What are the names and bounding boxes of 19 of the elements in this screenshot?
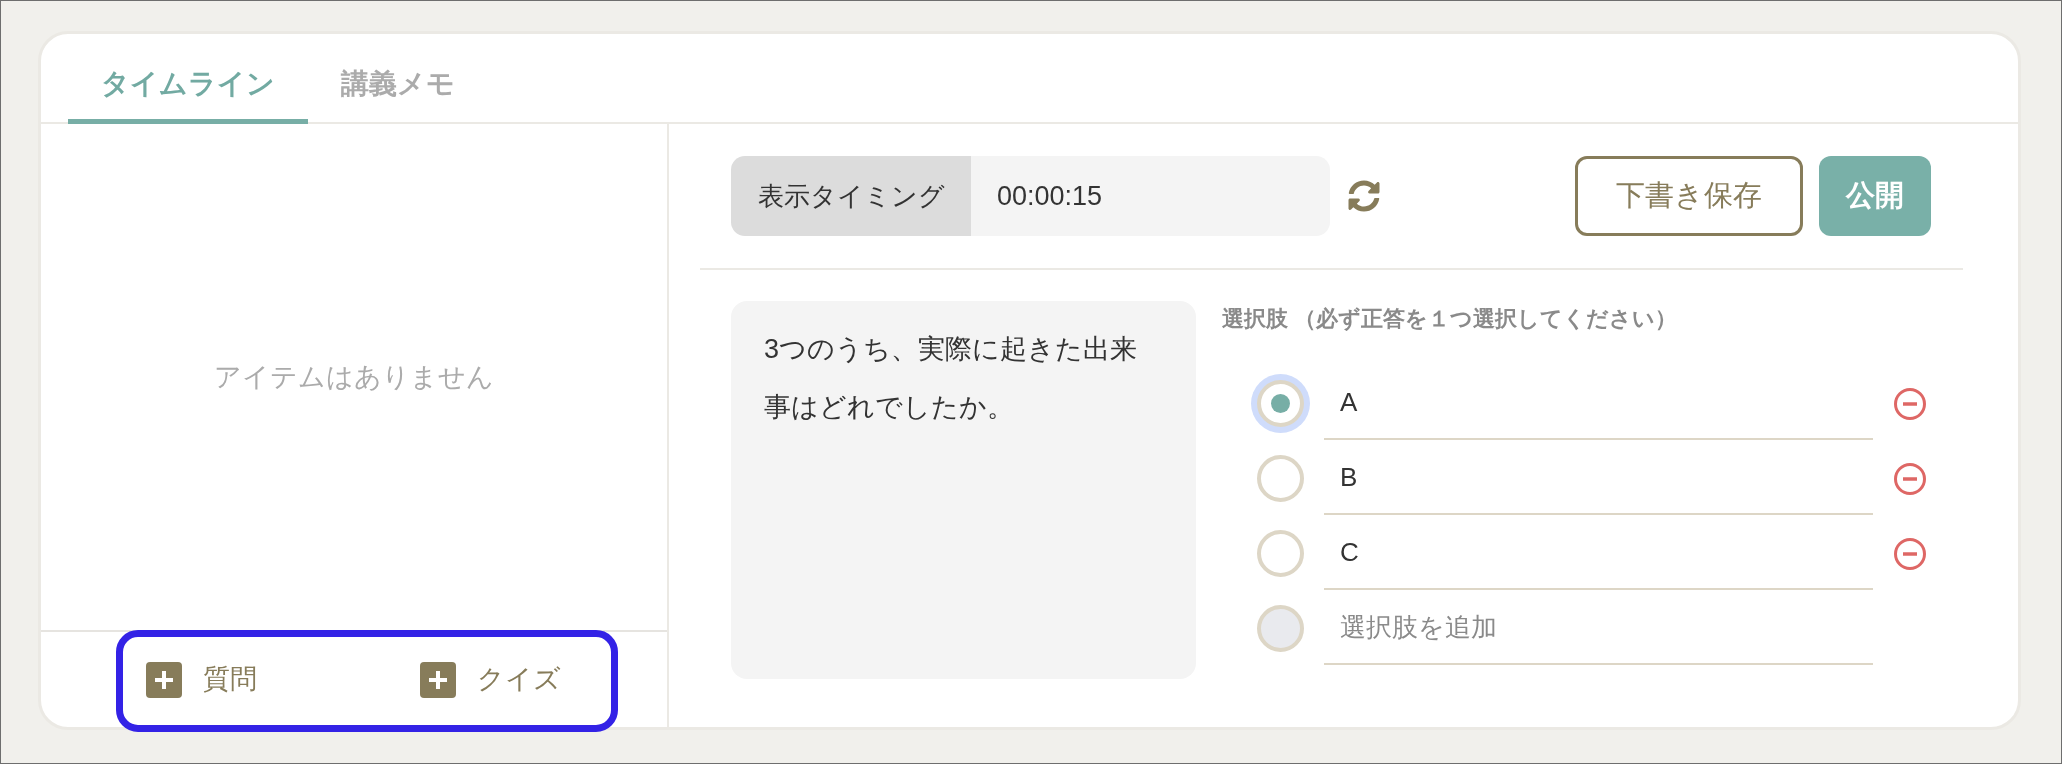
remove-icon[interactable] — [1894, 462, 1926, 495]
timing-label: 表示タイミング — [731, 156, 971, 236]
remove-icon[interactable] — [1894, 387, 1926, 420]
publish-button[interactable]: 公開 — [1819, 156, 1931, 236]
plus-icon — [146, 661, 182, 698]
save-draft-button[interactable]: 下書き保存 — [1575, 156, 1803, 236]
empty-message: アイテムはありません — [214, 360, 494, 394]
refresh-icon[interactable] — [1348, 180, 1380, 212]
add-item-button[interactable]: 質問 — [146, 659, 257, 700]
remove-icon[interactable] — [1894, 537, 1926, 570]
timing-field[interactable]: 00:00:15 — [971, 156, 1330, 236]
radio-button[interactable] — [1257, 530, 1304, 577]
add-item-button[interactable]: クイズ — [420, 659, 561, 700]
tab[interactable]: タイムライン — [68, 34, 308, 124]
plus-icon — [420, 661, 456, 698]
radio-button[interactable] — [1257, 455, 1304, 502]
tab[interactable]: 講義メモ — [308, 34, 488, 124]
choices-heading: 選択肢 （必ず正答を１つ選択してください） — [1222, 305, 1678, 333]
question-text-field[interactable]: 3つのうち、実際に起きた出来事はどれでしたか。 — [731, 301, 1196, 679]
